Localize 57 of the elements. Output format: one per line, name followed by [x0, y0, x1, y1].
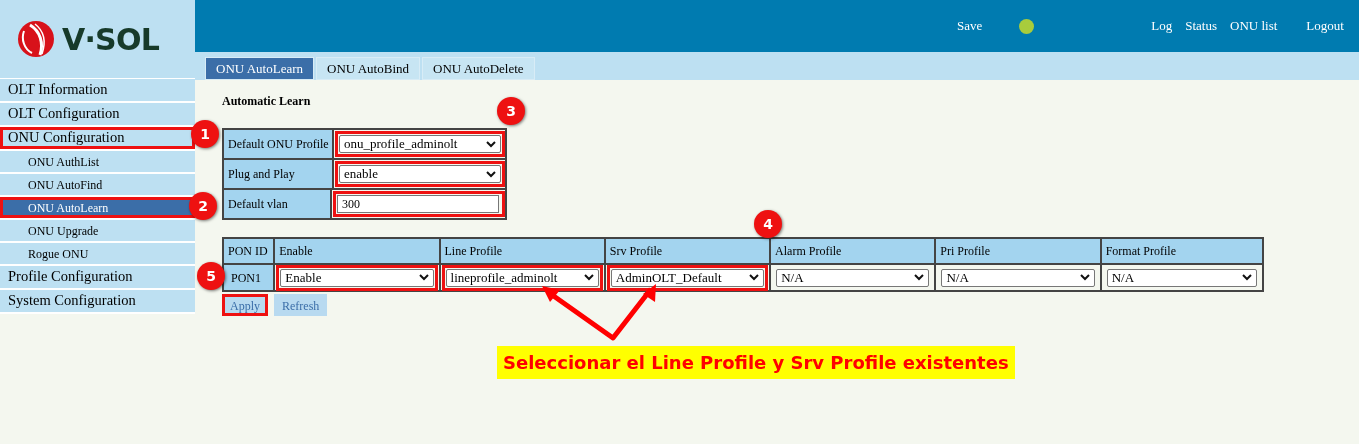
chevron-icon	[486, 140, 496, 148]
chevron-icon	[486, 170, 496, 178]
step-badge: 5	[197, 262, 225, 290]
dropdown[interactable]: onu_profile_adminolt	[339, 135, 501, 153]
save-link[interactable]: Save	[957, 16, 983, 36]
column-header: Enable	[275, 239, 439, 263]
sidebar-item[interactable]: System Configuration	[0, 290, 195, 312]
column-header: Format Profile	[1101, 239, 1262, 263]
brand-name: V·SOL	[62, 20, 160, 59]
step-badge: 4	[754, 210, 782, 238]
section-title: Automatic Learn	[222, 93, 312, 110]
dropdown[interactable]: N/A	[776, 268, 930, 287]
tab[interactable]: ONU AutoDelete	[422, 57, 535, 80]
field-label: Default ONU Profile	[224, 130, 332, 158]
caption-note: Seleccionar el Line Profile y Srv Profile existentes	[497, 346, 1015, 379]
dropdown[interactable]: lineprofile_adminolt	[445, 268, 599, 287]
step-badge: 2	[189, 192, 217, 220]
column-header: Pri Profile	[936, 239, 1100, 263]
column-header: Srv Profile	[605, 239, 770, 263]
column-header: Line Profile	[440, 239, 604, 263]
chevron-icon	[1079, 274, 1090, 281]
sidebar-item[interactable]: Rogue ONU	[0, 243, 195, 264]
logo-icon	[16, 19, 56, 59]
dropdown[interactable]: enable	[339, 165, 501, 183]
tab[interactable]: ONU AutoBind	[316, 57, 420, 80]
chevron-icon	[914, 274, 925, 281]
sidebar-item[interactable]: ONU Configuration	[0, 127, 195, 149]
sidebar-item[interactable]: ONU AuthList	[0, 151, 195, 172]
sidebar-item[interactable]: OLT Information	[0, 79, 195, 101]
chevron-icon	[1241, 274, 1252, 281]
chevron-icon	[418, 274, 429, 281]
nav-link[interactable]: Status	[1185, 16, 1218, 36]
table-cell: PON1	[224, 265, 274, 290]
dropdown[interactable]: N/A	[941, 268, 1095, 287]
logout-link[interactable]: Logout	[1306, 16, 1344, 36]
tab[interactable]: ONU AutoLearn	[205, 57, 314, 80]
nav-link[interactable]: Log	[1151, 16, 1173, 36]
step-badge: 1	[191, 120, 219, 148]
nav-link[interactable]: ONU list	[1230, 16, 1278, 36]
sidebar-item[interactable]: OLT Configuration	[0, 103, 195, 125]
vlan-input[interactable]: 300	[337, 195, 499, 213]
dropdown[interactable]: N/A	[1106, 268, 1257, 287]
sidebar-item[interactable]: Profile Configuration	[0, 266, 195, 288]
column-header: PON ID	[224, 239, 274, 263]
chevron-icon	[749, 274, 760, 281]
dropdown[interactable]: AdminOLT_Default	[610, 268, 765, 287]
dropdown[interactable]: Enable	[280, 268, 434, 287]
action-button[interactable]: Apply	[222, 294, 268, 316]
sidebar-item[interactable]: ONU Upgrade	[0, 220, 195, 241]
sidebar-item[interactable]: ONU AutoFind	[0, 174, 195, 195]
chevron-icon	[583, 274, 594, 281]
field-label: Default vlan	[224, 190, 330, 218]
sidebar-item[interactable]: ONU AutoLearn	[0, 197, 195, 218]
action-button[interactable]: Refresh	[274, 294, 328, 316]
step-badge: 3	[497, 97, 525, 125]
field-label: Plug and Play	[224, 160, 332, 188]
column-header: Alarm Profile	[771, 239, 935, 263]
